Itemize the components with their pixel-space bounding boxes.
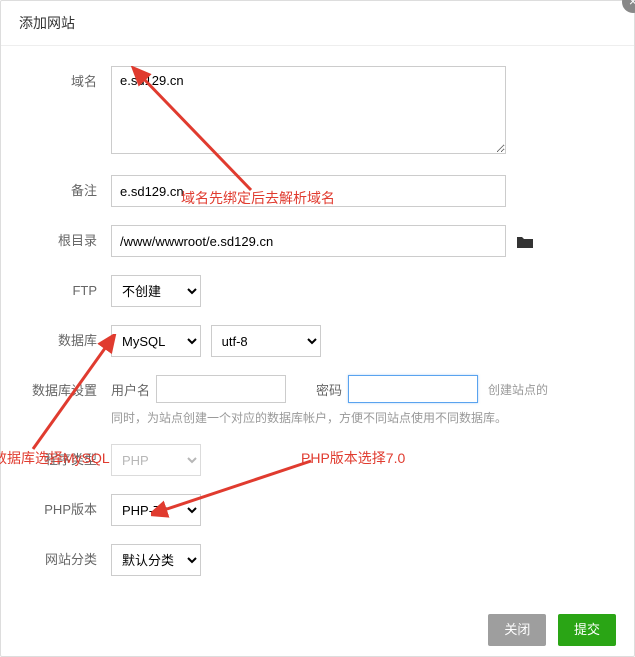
ftp-label: FTP: [31, 275, 111, 307]
program-select: PHP: [111, 444, 201, 476]
dialog-title: 添加网站: [1, 1, 634, 46]
submit-button[interactable]: 提交: [558, 614, 616, 646]
category-label: 网站分类: [31, 544, 111, 576]
db-settings-label: 数据库设置: [31, 375, 111, 407]
program-label: 程序类型: [31, 444, 111, 476]
db-tip: 创建站点的: [488, 381, 548, 398]
dialog-body: 域名 备注 根目录 FTP 不创建: [1, 46, 634, 604]
db-pass-label: 密码: [316, 380, 342, 399]
php-label: PHP版本: [31, 494, 111, 526]
db-select[interactable]: MySQL: [111, 325, 201, 357]
add-site-dialog: × 添加网站 域名 备注 根目录 FTP: [0, 0, 635, 657]
ftp-select[interactable]: 不创建: [111, 275, 201, 307]
remark-label: 备注: [31, 175, 111, 207]
db-label: 数据库: [31, 325, 111, 357]
domain-input[interactable]: [111, 66, 506, 154]
cancel-button[interactable]: 关闭: [488, 614, 546, 646]
db-pass-input[interactable]: [348, 375, 478, 403]
domain-label: 域名: [31, 66, 111, 98]
charset-select[interactable]: utf-8: [211, 325, 321, 357]
db-user-input[interactable]: [156, 375, 286, 403]
db-help: 同时，为站点创建一个对应的数据库帐户，方便不同站点使用不同数据库。: [111, 409, 604, 426]
folder-icon[interactable]: [516, 235, 534, 252]
root-label: 根目录: [31, 225, 111, 257]
php-select[interactable]: PHP-70: [111, 494, 201, 526]
dialog-footer: 关闭 提交: [1, 604, 634, 656]
remark-input[interactable]: [111, 175, 506, 207]
root-input[interactable]: [111, 225, 506, 257]
category-select[interactable]: 默认分类: [111, 544, 201, 576]
db-user-label: 用户名: [111, 380, 150, 399]
